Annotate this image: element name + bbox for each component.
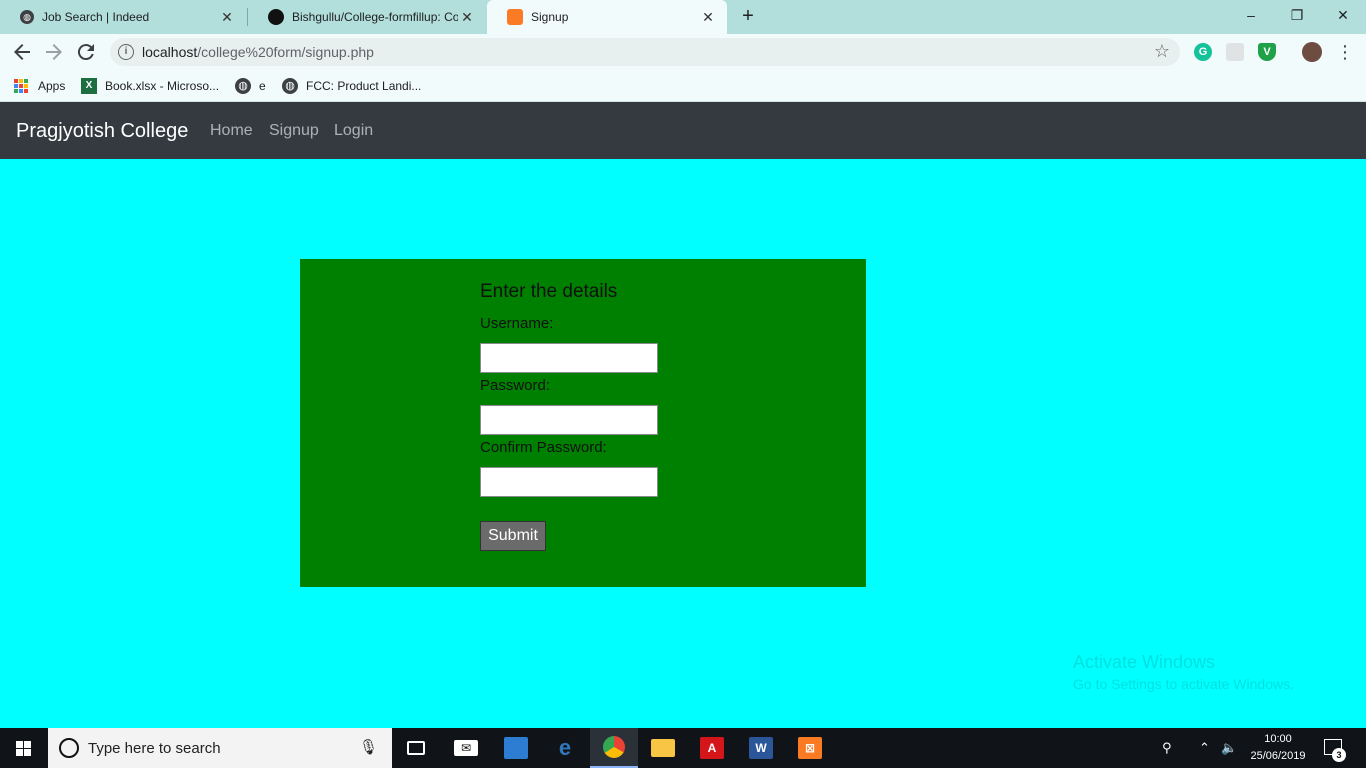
file-explorer-icon bbox=[651, 739, 675, 757]
submit-button[interactable]: Submit bbox=[480, 521, 546, 551]
search-placeholder: Type here to search bbox=[88, 740, 221, 757]
tab-title: Job Search | Indeed bbox=[42, 10, 150, 24]
task-view-button[interactable] bbox=[392, 728, 440, 768]
window-close-button[interactable]: ✕ bbox=[1320, 0, 1366, 30]
windows-taskbar: Type here to search 🎙 ✉ e A W ⊠ ⚲ ⌃ 🔈 10… bbox=[0, 728, 1366, 768]
activation-watermark-title: Activate Windows bbox=[1073, 652, 1216, 672]
taskbar-search-box[interactable]: Type here to search 🎙 bbox=[48, 728, 392, 768]
edge-icon: e bbox=[558, 735, 572, 760]
confirm-password-input[interactable] bbox=[480, 467, 658, 497]
taskbar-xampp[interactable]: ⊠ bbox=[786, 728, 834, 768]
chrome-icon bbox=[603, 736, 625, 758]
address-bar[interactable]: i localhost/college%20form/signup.php ☆ bbox=[110, 38, 1180, 66]
taskbar-chrome[interactable] bbox=[590, 728, 638, 768]
url-path: /college%20form/signup.php bbox=[197, 44, 374, 60]
xampp-icon: ⊠ bbox=[798, 737, 822, 759]
microphone-icon[interactable]: 🎙 bbox=[359, 738, 378, 756]
close-icon[interactable]: ✕ bbox=[699, 9, 717, 26]
new-tab-button[interactable]: + bbox=[737, 5, 759, 27]
tab-title: Signup bbox=[531, 10, 569, 24]
excel-icon: X bbox=[81, 78, 97, 94]
reload-icon bbox=[77, 44, 94, 61]
tab-title: Bishgullu/College-formfillup: Col bbox=[292, 10, 458, 24]
task-view-icon bbox=[407, 741, 425, 755]
taskbar-file-explorer[interactable] bbox=[639, 728, 687, 768]
bookmark-e[interactable]: ◍ e bbox=[235, 76, 266, 96]
bookmarks-bar: Apps X Book.xlsx - Microso... ◍ e ◍ FCC:… bbox=[0, 70, 1366, 102]
clock-time: 10:00 bbox=[1264, 733, 1292, 745]
url-host: localhost bbox=[142, 44, 198, 60]
taskbar-app[interactable] bbox=[492, 728, 540, 768]
word-icon: W bbox=[749, 737, 773, 759]
username-label: Username: bbox=[480, 315, 554, 332]
volume-icon[interactable]: 🔈 bbox=[1221, 728, 1237, 768]
bookmark-fcc[interactable]: ◍ FCC: Product Landi... bbox=[282, 76, 421, 96]
start-button[interactable] bbox=[0, 728, 48, 768]
grammarly-icon[interactable]: G bbox=[1194, 43, 1212, 61]
taskbar-edge[interactable]: e bbox=[541, 728, 589, 768]
password-label: Password: bbox=[480, 377, 551, 394]
clock-date: 25/06/2019 bbox=[1250, 750, 1306, 762]
nav-link-home[interactable]: Home bbox=[210, 122, 253, 140]
password-input[interactable] bbox=[480, 405, 658, 435]
tab-indeed[interactable]: ◍ Job Search | Indeed ✕ bbox=[0, 0, 246, 34]
people-icon[interactable]: ⚲ bbox=[1162, 728, 1172, 768]
taskbar-clock[interactable]: 10:00 25/06/2019 bbox=[1240, 731, 1316, 765]
site-navbar: Pragjyotish College Home Signup Login bbox=[0, 102, 1366, 159]
shield-icon[interactable]: V bbox=[1258, 43, 1276, 61]
globe-icon: ◍ bbox=[282, 78, 298, 94]
taskbar-acrobat[interactable]: A bbox=[688, 728, 736, 768]
close-icon[interactable]: ✕ bbox=[218, 9, 236, 26]
nav-link-login[interactable]: Login bbox=[334, 122, 373, 140]
browser-tab-strip: ◍ Job Search | Indeed ✕ Bishgullu/Colleg… bbox=[0, 0, 1366, 34]
github-icon bbox=[268, 9, 284, 25]
globe-icon: ◍ bbox=[235, 78, 251, 94]
activation-watermark-text: Go to Settings to activate Windows. bbox=[1073, 676, 1294, 692]
browser-toolbar: i localhost/college%20form/signup.php ☆ … bbox=[0, 34, 1366, 70]
chevron-up-icon[interactable]: ⌃ bbox=[1199, 728, 1210, 768]
back-button[interactable] bbox=[10, 40, 34, 64]
acrobat-icon: A bbox=[700, 737, 724, 759]
form-title: Enter the details bbox=[480, 281, 618, 302]
nav-link-signup[interactable]: Signup bbox=[269, 122, 319, 140]
confirm-password-label: Confirm Password: bbox=[480, 439, 607, 456]
reload-button[interactable] bbox=[74, 40, 98, 64]
username-input[interactable] bbox=[480, 343, 658, 373]
avatar[interactable] bbox=[1302, 42, 1322, 62]
info-icon[interactable]: i bbox=[118, 44, 134, 60]
menu-icon[interactable]: ⋮ bbox=[1336, 42, 1354, 62]
globe-icon: ◍ bbox=[20, 10, 34, 24]
bookmark-label: FCC: Product Landi... bbox=[306, 79, 422, 93]
close-icon[interactable]: ✕ bbox=[458, 9, 476, 26]
taskbar-mail[interactable]: ✉ bbox=[442, 728, 490, 768]
brand-link[interactable]: Pragjyotish College bbox=[16, 120, 188, 143]
taskbar-word[interactable]: W bbox=[737, 728, 785, 768]
forward-button[interactable] bbox=[42, 40, 66, 64]
extension-icon[interactable] bbox=[1226, 43, 1244, 61]
bookmark-excel[interactable]: X Book.xlsx - Microso... bbox=[81, 76, 219, 96]
mail-icon: ✉ bbox=[454, 740, 478, 756]
url-text[interactable]: localhost/college%20form/signup.php bbox=[142, 44, 374, 60]
cortana-icon bbox=[59, 738, 79, 758]
signup-form-card: Enter the details Username: Password: Co… bbox=[300, 259, 866, 587]
tab-github[interactable]: Bishgullu/College-formfillup: Col ✕ bbox=[248, 0, 486, 34]
xampp-icon bbox=[507, 9, 523, 25]
maximize-button[interactable]: ❐ bbox=[1274, 0, 1320, 30]
arrow-left-icon bbox=[14, 44, 30, 60]
tab-signup[interactable]: Signup ✕ bbox=[487, 0, 727, 34]
bookmark-label: e bbox=[259, 79, 266, 93]
apps-grid-icon bbox=[14, 79, 28, 93]
arrow-right-icon bbox=[46, 44, 62, 60]
bookmark-star-icon[interactable]: ☆ bbox=[1154, 41, 1170, 62]
windows-logo-icon bbox=[16, 741, 31, 756]
bookmark-apps[interactable]: Apps bbox=[14, 76, 65, 96]
app-icon bbox=[504, 737, 528, 759]
bookmark-label: Apps bbox=[38, 79, 66, 93]
bookmark-label: Book.xlsx - Microso... bbox=[105, 79, 220, 93]
notification-badge: 3 bbox=[1332, 748, 1346, 762]
minimize-button[interactable]: – bbox=[1228, 0, 1274, 30]
